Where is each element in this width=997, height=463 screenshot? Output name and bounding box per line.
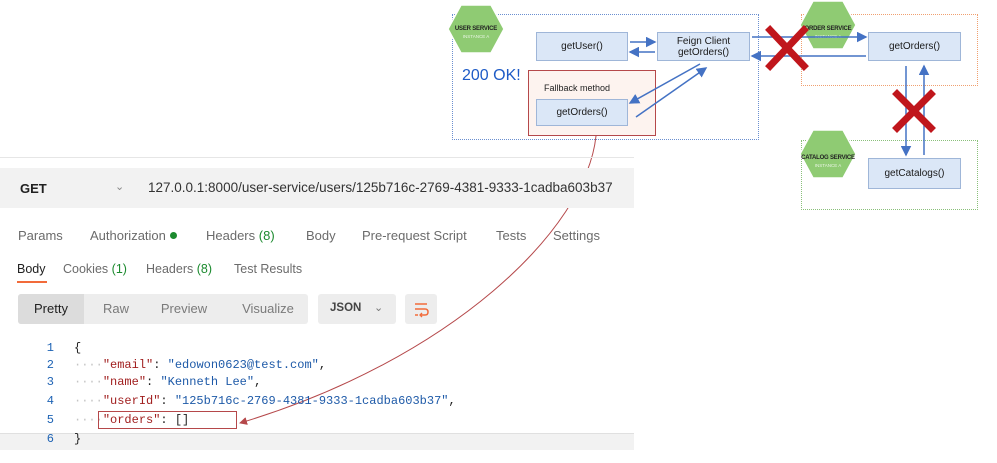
chevron-down-icon[interactable]: ⌄ [115, 180, 124, 193]
tab-tests[interactable]: Tests [496, 228, 526, 243]
tab-params[interactable]: Params [18, 228, 63, 243]
line-number: 4 [46, 394, 54, 408]
line-number: 6 [46, 432, 54, 446]
tab-headers-label: Headers [206, 228, 256, 243]
orders-highlight-box [98, 411, 237, 429]
chevron-down-icon: ⌄ [374, 302, 384, 314]
view-raw-button[interactable]: Raw [94, 294, 138, 324]
tab-headers-count: (8) [258, 228, 275, 243]
json-key: "name" [102, 375, 147, 389]
json-key: "userId" [102, 394, 161, 408]
view-preview-button[interactable]: Preview [150, 294, 218, 324]
tab-settings[interactable]: Settings [553, 228, 600, 243]
response-tab-cookies-count: (1) [111, 262, 127, 276]
line-number: 1 [46, 341, 54, 355]
tab-headers[interactable]: Headers (8) [206, 228, 275, 243]
code-line: ····"name": "Kenneth Lee", [74, 375, 262, 389]
format-select-label: JSON [330, 302, 362, 314]
line-number: 2 [46, 358, 54, 372]
url-input[interactable]: 127.0.0.1:8000/user-service/users/125b71… [148, 180, 613, 195]
cross-icon-order-failure [765, 25, 809, 71]
wrap-lines-icon [415, 303, 429, 318]
cross-icon-catalog-failure [892, 89, 936, 133]
tab-prerequest-script[interactable]: Pre-request Script [362, 228, 467, 243]
code-line: { [74, 341, 81, 355]
json-value: "125b716c-2769-4381-9333-1cadba603b37" [174, 394, 449, 408]
arrow-fallback-to-feign [635, 67, 708, 118]
response-tab-test-results[interactable]: Test Results [234, 262, 302, 276]
wrap-lines-button[interactable] [405, 294, 437, 324]
method-select[interactable]: GET [20, 181, 47, 196]
tab-authorization-label: Authorization [90, 228, 166, 243]
code-line: } [74, 432, 81, 446]
view-pretty-button[interactable]: Pretty [18, 294, 84, 324]
code-line: ····"email": "edowon0623@test.com", [74, 358, 327, 372]
response-tab-headers[interactable]: Headers (8) [146, 262, 212, 276]
status-dot-icon [169, 232, 177, 239]
response-tab-headers-count: (8) [196, 262, 213, 276]
line-number: 3 [46, 375, 54, 389]
panel-divider [0, 157, 634, 158]
response-tab-body[interactable]: Body [17, 262, 46, 276]
view-visualize-button[interactable]: Visualize [232, 294, 304, 324]
json-value: "Kenneth Lee" [160, 375, 255, 389]
code-line: ····"userId": "125b716c-2769-4381-9333-1… [74, 394, 456, 408]
close-brace: } [74, 432, 82, 446]
line-number: 5 [46, 413, 54, 427]
active-tab-indicator [17, 281, 47, 283]
response-tab-cookies[interactable]: Cookies (1) [63, 262, 127, 276]
tab-body[interactable]: Body [306, 228, 336, 243]
current-line-highlight [0, 433, 634, 450]
json-value: "edowon0623@test.com" [167, 358, 319, 372]
open-brace: { [74, 341, 82, 355]
tab-authorization[interactable]: Authorization [90, 228, 177, 243]
response-tab-headers-label: Headers [146, 262, 194, 276]
response-tab-cookies-label: Cookies [63, 262, 109, 276]
json-key: "email" [102, 358, 154, 372]
